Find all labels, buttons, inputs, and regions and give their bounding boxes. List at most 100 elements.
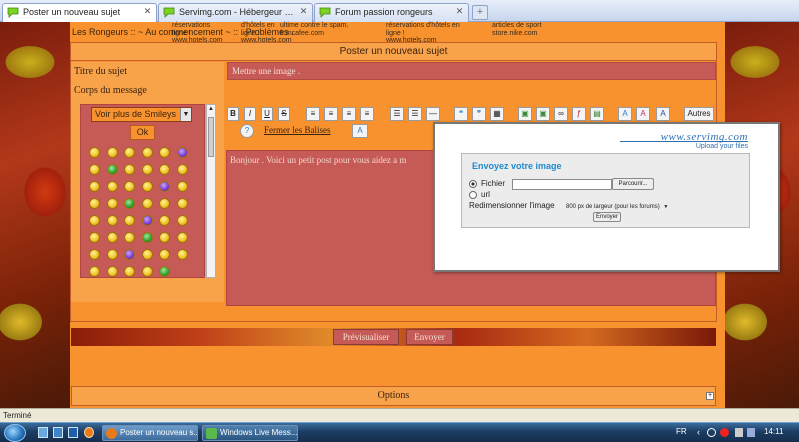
smiley-icon[interactable] — [159, 249, 170, 260]
smiley-icon[interactable] — [89, 164, 100, 175]
browse-button[interactable]: Parcourir... — [612, 178, 654, 190]
smiley-icon[interactable] — [159, 147, 170, 158]
smiley-icon[interactable] — [159, 266, 170, 277]
smiley-icon[interactable] — [124, 266, 135, 277]
antivirus-tray-icon[interactable] — [720, 428, 729, 437]
smiley-icon[interactable] — [141, 147, 153, 158]
smiley-icon[interactable] — [176, 147, 188, 158]
smiley-icon[interactable] — [141, 249, 153, 260]
smiley-icon[interactable] — [89, 266, 100, 277]
font-family-icon[interactable]: A — [656, 107, 670, 121]
clock[interactable]: 14:11 — [764, 427, 783, 436]
switch-windows-icon[interactable] — [53, 427, 63, 438]
smiley-icon[interactable] — [124, 249, 135, 260]
send-button[interactable]: Envoyer — [406, 329, 453, 345]
smiley-icon[interactable] — [124, 164, 135, 175]
smileys-ok-button[interactable]: Ok — [130, 125, 155, 140]
smiley-icon[interactable] — [89, 147, 100, 158]
smiley-icon[interactable] — [159, 164, 170, 175]
table-icon[interactable]: ▦ — [490, 107, 504, 121]
align-left-icon[interactable]: ≡ — [306, 107, 320, 121]
smiley-icon[interactable] — [89, 198, 100, 209]
more-button[interactable]: Autres — [684, 107, 714, 121]
font-size-icon[interactable]: A — [618, 107, 632, 121]
smiley-icon[interactable] — [124, 181, 135, 192]
underline-button[interactable]: U — [261, 107, 273, 121]
help-icon[interactable]: ? — [240, 124, 254, 138]
video-icon[interactable]: ▤ — [590, 107, 604, 121]
smiley-icon[interactable] — [106, 198, 118, 209]
align-right-icon[interactable]: ≡ — [342, 107, 356, 121]
upload-submit-button[interactable]: Envoyer — [593, 212, 621, 222]
smiley-icon[interactable] — [106, 147, 118, 158]
italic-button[interactable]: I — [244, 107, 256, 121]
remove-format-icon[interactable]: A — [352, 124, 368, 138]
smiley-icon[interactable] — [176, 198, 188, 209]
smiley-icon[interactable] — [176, 164, 188, 175]
file-radio[interactable] — [469, 180, 477, 188]
ad-snippet[interactable]: articles de sport store.nike.com — [492, 22, 592, 37]
smiley-icon[interactable] — [141, 164, 153, 175]
smiley-icon[interactable] — [159, 198, 170, 209]
smiley-icon[interactable] — [106, 181, 118, 192]
smiley-icon[interactable] — [141, 232, 153, 243]
file-input[interactable] — [512, 179, 612, 190]
options-section[interactable]: Options — [71, 386, 716, 406]
smiley-icon[interactable] — [159, 181, 170, 192]
smiley-icon[interactable] — [89, 232, 100, 243]
quote-icon[interactable]: ❝ — [454, 107, 468, 121]
smiley-icon[interactable] — [106, 266, 118, 277]
smiley-icon[interactable] — [89, 215, 100, 226]
code-icon[interactable]: ❞ — [472, 107, 486, 121]
smiley-icon[interactable] — [124, 198, 135, 209]
align-justify-icon[interactable]: ≡ — [360, 107, 374, 121]
smiley-icon[interactable] — [159, 215, 170, 226]
language-indicator[interactable]: FR — [676, 427, 687, 436]
expand-icon[interactable]: + — [706, 392, 714, 400]
smiley-icon[interactable] — [141, 181, 153, 192]
smiley-icon[interactable] — [124, 215, 135, 226]
smiley-icon[interactable] — [176, 249, 188, 260]
tab-servimg[interactable]: Servimg.com - Hébergeur gratuit d'... ✕ — [158, 3, 313, 22]
align-center-icon[interactable]: ≡ — [324, 107, 338, 121]
smiley-icon[interactable] — [124, 232, 135, 243]
preview-button[interactable]: Prévisualiser — [333, 329, 399, 345]
scrollbar-thumb[interactable] — [208, 117, 214, 157]
smileys-dropdown[interactable]: Voir plus de Smileys ▼ — [91, 107, 192, 122]
smiley-icon[interactable] — [106, 164, 118, 175]
tab-poster-nouveau-sujet[interactable]: Poster un nouveau sujet ✕ — [2, 3, 157, 22]
new-tab-button[interactable]: + — [472, 5, 488, 20]
network-tray-icon[interactable] — [735, 428, 743, 437]
image-host-icon[interactable]: ▣ — [536, 107, 550, 121]
ad-snippet[interactable]: ultime contre le spam. fr.mcafee.com — [280, 22, 380, 37]
smiley-icon[interactable] — [141, 198, 153, 209]
close-icon[interactable]: ✕ — [454, 6, 465, 17]
tab-forum-passion-rongeurs[interactable]: Forum passion rongeurs ✕ — [314, 3, 469, 22]
taskbar-item-messenger[interactable]: Windows Live Mess... — [202, 425, 298, 441]
smiley-icon[interactable] — [89, 249, 100, 260]
smiley-icon[interactable] — [176, 232, 188, 243]
smiley-icon[interactable] — [176, 181, 188, 192]
flash-icon[interactable]: ƒ — [572, 107, 586, 121]
taskbar-item-firefox[interactable]: Poster un nouveau s... — [102, 425, 198, 441]
link-icon[interactable]: ∞ — [554, 107, 568, 121]
smiley-icon[interactable] — [159, 232, 170, 243]
smiley-icon[interactable] — [176, 215, 188, 226]
breadcrumb[interactable]: Les Rongeurs :: ~ Au commencement ~ :: .… — [72, 27, 294, 37]
resize-select[interactable]: 800 px de largeur (pour les forums) ▼ — [566, 202, 694, 212]
bullet-list-icon[interactable]: ☰ — [390, 107, 404, 121]
chevron-left-icon[interactable]: ‹ — [697, 427, 700, 437]
volume-tray-icon[interactable] — [747, 428, 755, 437]
scroll-up-icon[interactable]: ▲ — [208, 106, 214, 114]
subject-input[interactable]: Mettre une image . — [227, 62, 716, 80]
smileys-scrollbar[interactable]: ▲ — [206, 104, 216, 278]
smiley-icon[interactable] — [141, 215, 153, 226]
close-icon[interactable]: ✕ — [298, 6, 309, 17]
smiley-icon[interactable] — [141, 266, 153, 277]
ie-icon[interactable] — [68, 427, 78, 438]
help-tray-icon[interactable] — [707, 428, 716, 437]
bold-button[interactable]: B — [227, 107, 239, 121]
show-desktop-icon[interactable] — [38, 427, 48, 438]
chevron-down-icon[interactable]: ▼ — [663, 204, 668, 210]
font-color-icon[interactable]: A — [636, 107, 650, 121]
